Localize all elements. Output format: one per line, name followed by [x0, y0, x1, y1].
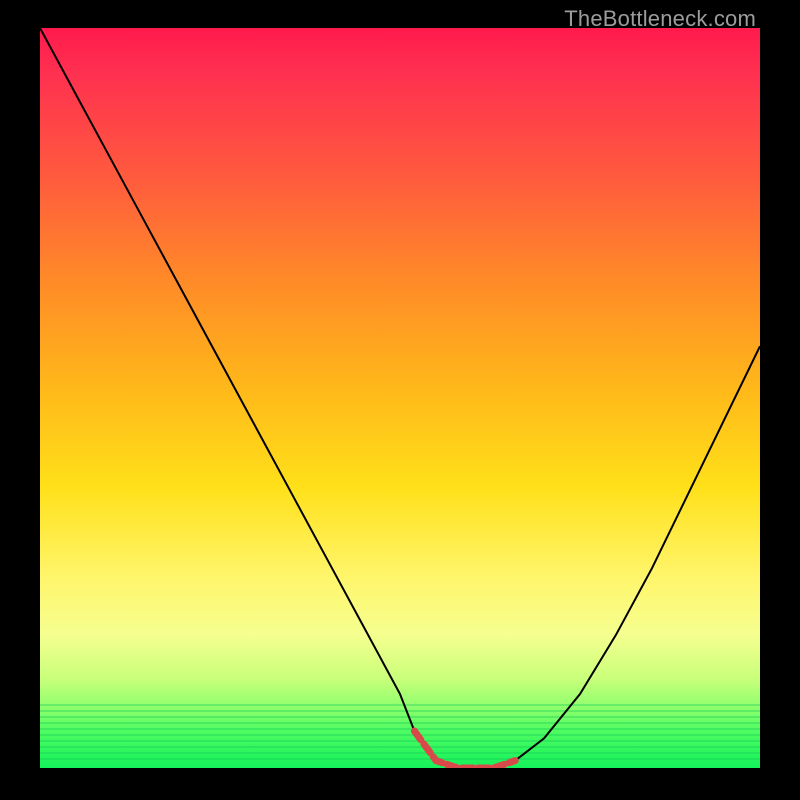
chart-area [40, 28, 760, 768]
watermark-label: TheBottleneck.com [564, 6, 756, 32]
bottleneck-curve [40, 28, 760, 768]
optimal-range-marker [414, 731, 515, 768]
curve-svg [40, 28, 760, 768]
